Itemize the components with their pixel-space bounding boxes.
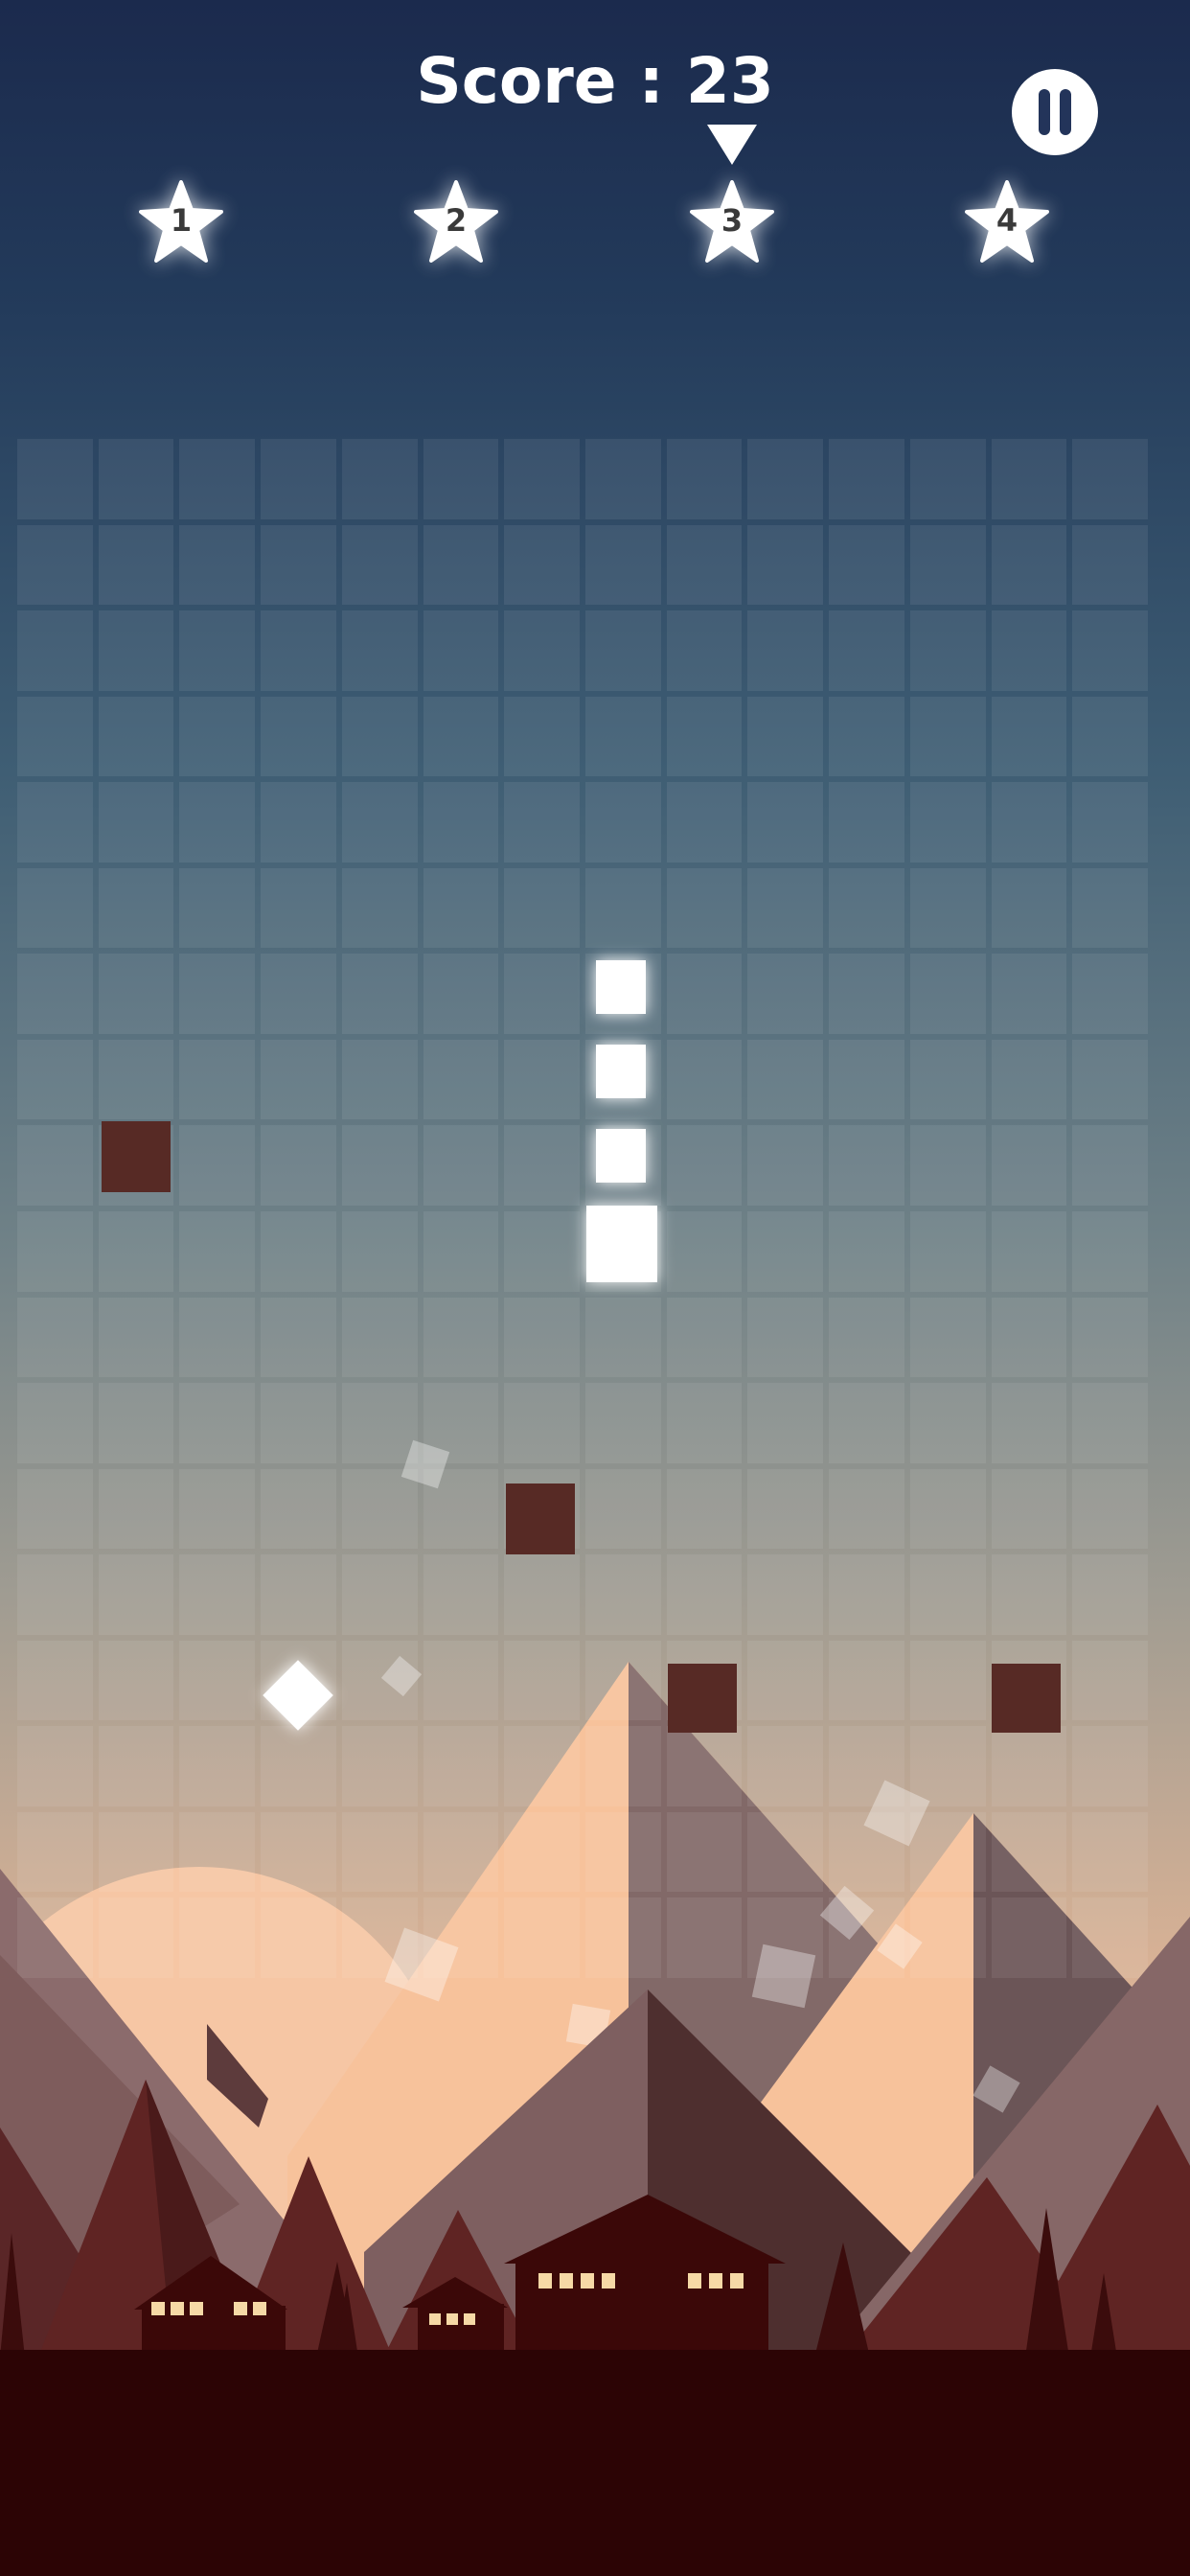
foreground-scenery — [0, 1917, 1190, 2576]
ground — [0, 2350, 1190, 2576]
small-peak — [207, 2024, 268, 2128]
game-scene: Score : 23 1 2 3 4 — [0, 0, 1190, 2576]
